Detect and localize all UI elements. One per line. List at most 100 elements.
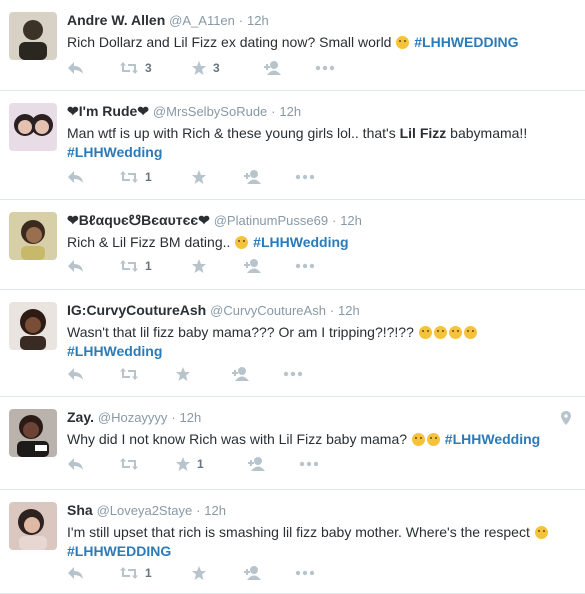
- follow-button[interactable]: [231, 366, 283, 382]
- reply-icon: [68, 458, 83, 470]
- user-fullname[interactable]: Andre W. Allen: [67, 12, 165, 28]
- user-handle[interactable]: @A_A11en: [169, 13, 235, 28]
- tweet[interactable]: Sha @Loveya2Staye · 12h I'm still upset …: [0, 490, 585, 594]
- favorite-button[interactable]: 1: [175, 456, 247, 472]
- retweet-count: 1: [145, 566, 152, 580]
- avatar-image: [9, 302, 57, 350]
- favorite-button[interactable]: [191, 258, 243, 274]
- more-button[interactable]: [299, 461, 319, 467]
- user-fullname[interactable]: IG:CurvyCoutureAsh: [67, 302, 206, 318]
- reply-button[interactable]: [67, 457, 119, 471]
- reply-button[interactable]: [67, 566, 119, 580]
- star-icon: [192, 259, 206, 273]
- separator-dot: ·: [171, 410, 176, 425]
- tweet-text-body: Rich & Lil Fizz BM dating..: [67, 234, 231, 250]
- tweet-text-body: Why did I not know Rich was with Lil Fiz…: [67, 431, 408, 447]
- more-button[interactable]: [283, 371, 303, 377]
- hashtag-link[interactable]: #LHHWEDDING: [414, 34, 518, 50]
- reply-button[interactable]: [67, 170, 119, 184]
- hashtag-link[interactable]: #LHHWedding: [253, 234, 348, 250]
- weary-emoji-icon: [448, 326, 462, 339]
- retweet-button[interactable]: [119, 367, 175, 381]
- user-fullname[interactable]: ❤Bℓαqυє☋Bєαυтєє❤: [67, 212, 210, 228]
- user-fullname[interactable]: Zay.: [67, 409, 94, 425]
- retweet-button[interactable]: 1: [119, 259, 191, 273]
- user-fullname[interactable]: ❤I'm Rude❤: [67, 103, 149, 119]
- retweet-button[interactable]: 1: [119, 170, 191, 184]
- avatar[interactable]: [9, 212, 57, 260]
- tweet-text: Rich & Lil Fizz BM dating.. #LHHWedding: [67, 233, 575, 252]
- more-button[interactable]: [295, 174, 315, 180]
- reply-button[interactable]: [67, 367, 119, 381]
- hashtag-link[interactable]: #LHHWEDDING: [67, 543, 171, 559]
- tweet-timestamp[interactable]: 12h: [247, 13, 269, 28]
- avatar[interactable]: [9, 502, 57, 550]
- user-handle[interactable]: @MrsSelbySoRude: [153, 104, 267, 119]
- follow-button[interactable]: [243, 169, 295, 185]
- tweet-text-body: Wasn't that lil fizz baby mama??? Or am …: [67, 324, 414, 340]
- user-handle[interactable]: @PlatinumPusse69: [214, 213, 328, 228]
- hashtag-link[interactable]: #LHHWedding: [67, 144, 162, 160]
- follow-icon: [244, 566, 261, 580]
- retweet-icon: [120, 368, 138, 380]
- retweet-button[interactable]: 1: [119, 566, 191, 580]
- star-icon: [176, 367, 190, 381]
- follow-button[interactable]: [247, 456, 299, 472]
- favorite-button[interactable]: 3: [191, 60, 263, 76]
- hashtag-link[interactable]: #LHHWedding: [67, 343, 162, 359]
- retweet-count: 1: [145, 170, 152, 184]
- favorite-button[interactable]: [175, 366, 231, 382]
- retweet-button[interactable]: [119, 457, 175, 471]
- tweet[interactable]: IG:CurvyCoutureAsh @CurvyCoutureAsh · 12…: [0, 290, 585, 397]
- tweet-text: Why did I not know Rich was with Lil Fiz…: [67, 430, 575, 449]
- separator-dot: ·: [271, 104, 276, 119]
- avatar[interactable]: [9, 409, 57, 457]
- reply-icon: [68, 62, 83, 74]
- tweet[interactable]: ❤I'm Rude❤ @MrsSelbySoRude · 12h Man wtf…: [0, 91, 585, 200]
- follow-icon: [244, 259, 261, 273]
- avatar[interactable]: [9, 12, 57, 60]
- more-button[interactable]: [295, 570, 315, 576]
- user-handle[interactable]: @Hozayyyy: [98, 410, 168, 425]
- more-icon: [315, 65, 335, 71]
- tweet[interactable]: ❤Bℓαqυє☋Bєαυтєє❤ @PlatinumPusse69 · 12h …: [0, 200, 585, 290]
- tweet-timestamp[interactable]: 12h: [204, 503, 226, 518]
- reply-icon: [68, 368, 83, 380]
- separator-dot: ·: [331, 213, 337, 228]
- retweet-icon: [120, 458, 138, 470]
- tweet-timestamp[interactable]: 12h: [180, 410, 202, 425]
- weary-emoji-icon: [418, 326, 432, 339]
- retweet-count: 1: [145, 259, 152, 273]
- star-icon: [192, 170, 206, 184]
- tweet-timestamp[interactable]: 12h: [340, 213, 362, 228]
- follow-button[interactable]: [243, 565, 295, 581]
- retweet-icon: [120, 567, 138, 579]
- avatar[interactable]: [9, 103, 57, 151]
- favorite-button[interactable]: [191, 169, 243, 185]
- favorite-count: 1: [197, 457, 204, 471]
- retweet-icon: [120, 171, 138, 183]
- retweet-count: 3: [145, 61, 152, 75]
- user-handle[interactable]: @Loveya2Staye: [97, 503, 193, 518]
- more-button[interactable]: [315, 65, 335, 71]
- avatar[interactable]: [9, 302, 57, 350]
- tweet-timestamp[interactable]: 12h: [279, 104, 301, 119]
- reply-button[interactable]: [67, 259, 119, 273]
- favorite-button[interactable]: [191, 565, 243, 581]
- more-icon: [295, 263, 315, 269]
- tweet-text: I'm still upset that rich is smashing li…: [67, 523, 575, 561]
- tweet[interactable]: Zay. @Hozayyyy · 12h Why did I not know …: [0, 397, 585, 490]
- tweet-text: Rich Dollarz and Lil Fizz ex dating now?…: [67, 33, 575, 52]
- follow-button[interactable]: [243, 258, 295, 274]
- hashtag-link[interactable]: #LHHWedding: [445, 431, 540, 447]
- user-fullname[interactable]: Sha: [67, 502, 93, 518]
- user-handle[interactable]: @CurvyCoutureAsh: [210, 303, 326, 318]
- retweet-button[interactable]: 3: [119, 61, 191, 75]
- reply-button[interactable]: [67, 61, 119, 75]
- follow-icon: [232, 367, 249, 381]
- tweet-text: Wasn't that lil fizz baby mama??? Or am …: [67, 323, 575, 361]
- tweet-timestamp[interactable]: 12h: [338, 303, 360, 318]
- follow-button[interactable]: [263, 60, 315, 76]
- tweet[interactable]: Andre W. Allen @A_A11en · 12h Rich Dolla…: [0, 0, 585, 91]
- more-button[interactable]: [295, 263, 315, 269]
